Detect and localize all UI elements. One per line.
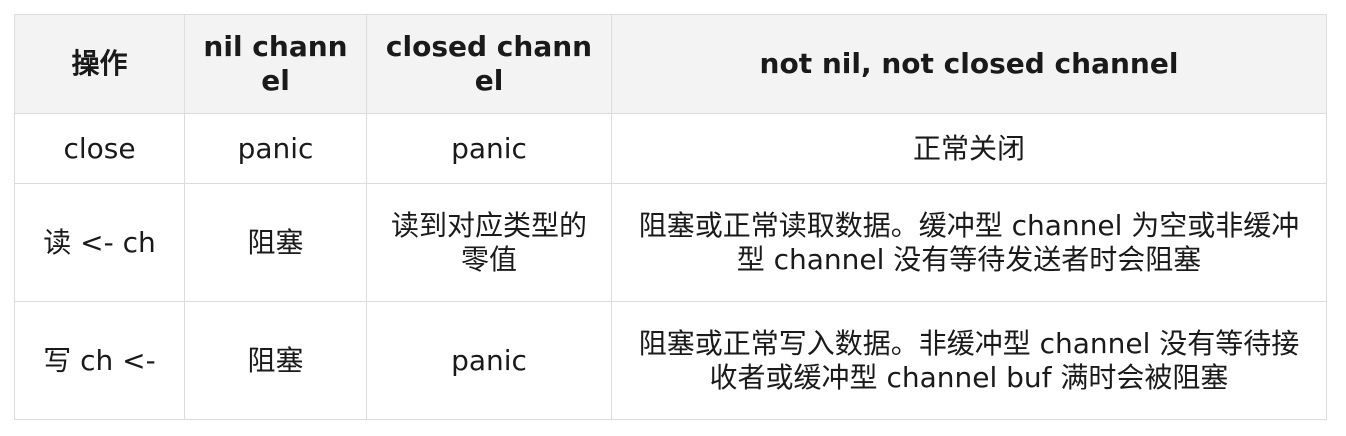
- table-header-row: 操作 nil channel closed channel not nil, n…: [14, 14, 1327, 114]
- channel-operations-table: 操作 nil channel closed channel not nil, n…: [14, 14, 1327, 420]
- cell-operation: close: [14, 113, 185, 184]
- cell-closed-channel: 读到对应类型的零值: [366, 183, 612, 302]
- table-row: close panic panic 正常关闭: [14, 113, 1327, 184]
- cell-open-channel: 阻塞或正常读取数据。缓冲型 channel 为空或非缓冲型 channel 没有…: [611, 183, 1327, 302]
- header-nil-channel: nil channel: [184, 14, 367, 114]
- cell-closed-channel: panic: [366, 113, 612, 184]
- table-row: 写 ch <- 阻塞 panic 阻塞或正常写入数据。非缓冲型 channel …: [14, 301, 1327, 420]
- header-operation: 操作: [14, 14, 185, 114]
- cell-closed-channel: panic: [366, 301, 612, 420]
- cell-nil-channel: 阻塞: [184, 183, 367, 302]
- table-container: 操作 nil channel closed channel not nil, n…: [14, 14, 1327, 420]
- cell-open-channel: 正常关闭: [611, 113, 1327, 184]
- cell-operation: 读 <- ch: [14, 183, 185, 302]
- cell-open-channel: 阻塞或正常写入数据。非缓冲型 channel 没有等待接收者或缓冲型 chann…: [611, 301, 1327, 420]
- table-row: 读 <- ch 阻塞 读到对应类型的零值 阻塞或正常读取数据。缓冲型 chann…: [14, 183, 1327, 302]
- header-closed-channel: closed channel: [366, 14, 612, 114]
- header-open-channel: not nil, not closed channel: [611, 14, 1327, 114]
- cell-nil-channel: panic: [184, 113, 367, 184]
- cell-operation: 写 ch <-: [14, 301, 185, 420]
- cell-nil-channel: 阻塞: [184, 301, 367, 420]
